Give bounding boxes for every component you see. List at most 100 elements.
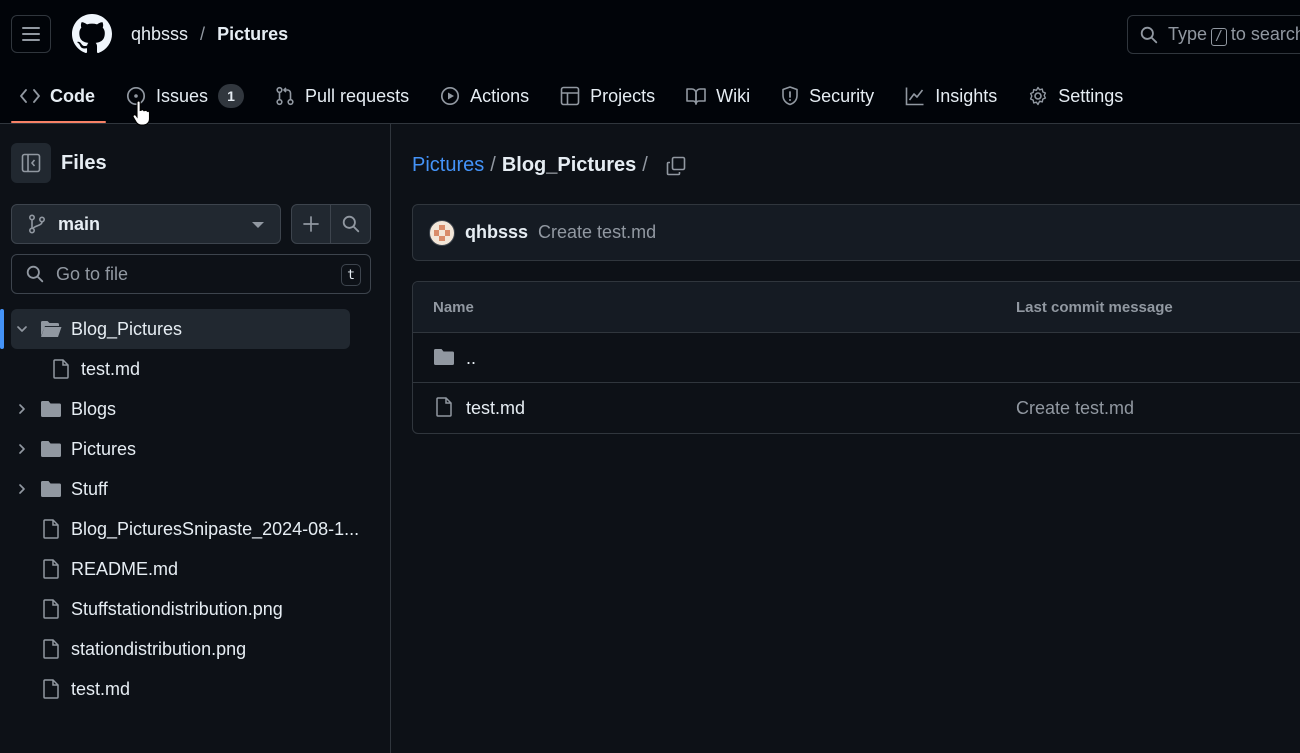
tree-actions [291, 204, 371, 244]
chevron-down-icon [252, 222, 264, 228]
tab-code[interactable]: Code [0, 70, 106, 123]
tab-label: Projects [590, 85, 656, 106]
tab-settings[interactable]: Settings [1008, 70, 1134, 122]
latest-commit-bar: qhbsss Create test.md [412, 204, 1300, 261]
file-icon [43, 559, 59, 579]
tab-label: Security [809, 85, 875, 106]
chevron-right-icon[interactable] [15, 402, 29, 416]
table-icon [560, 86, 580, 106]
tab-issues[interactable]: Issues 1 [106, 70, 255, 122]
tab-label: Pull requests [305, 85, 410, 106]
repo-breadcrumb: qhbsss / Pictures [131, 24, 288, 45]
file-tree-sidebar: Files main Go to file t Blog_Pictures te… [0, 124, 391, 753]
file-path-breadcrumb: Pictures / Blog_Pictures / [412, 154, 686, 177]
tree-item-blog-pictures[interactable]: Blog_Pictures [0, 309, 391, 349]
tree-item-label: Pictures [71, 439, 137, 459]
tab-projects[interactable]: Projects [540, 70, 666, 122]
table-header: Name Last commit message [413, 282, 1300, 333]
git-pull-request-icon [276, 86, 294, 106]
file-tree: Blog_Pictures test.md Blogs Pictures Stu… [0, 309, 391, 709]
global-header: qhbsss / Pictures Type / to search Code Is… [0, 0, 1300, 124]
tree-item-label: Blogs [71, 399, 117, 419]
tree-item-label: stationdistribution.png [71, 639, 247, 659]
tree-item-readme[interactable]: README.md [0, 549, 391, 589]
chevron-down-icon[interactable] [15, 322, 29, 336]
git-branch-icon [28, 214, 46, 234]
row-name[interactable]: .. [466, 348, 476, 369]
row-name[interactable]: test.md [466, 398, 525, 419]
column-header-commit-message: Last commit message [1016, 299, 1173, 316]
breadcrumb-separator: / [200, 24, 206, 44]
files-header: Files [11, 143, 107, 183]
shield-icon [782, 86, 798, 106]
branch-name: main [58, 213, 101, 234]
tree-item-snipaste-file[interactable]: Blog_PicturesSnipaste_2024-08-1... [0, 509, 391, 549]
tree-item-label: README.md [71, 559, 179, 579]
search-icon [26, 265, 44, 283]
repo-owner-link[interactable]: qhbsss [131, 24, 188, 45]
play-icon [441, 86, 460, 106]
row-commit-message[interactable]: Create test.md [1016, 398, 1134, 419]
path-separator: / [490, 154, 496, 176]
directory-listing-table: Name Last commit message .. test.md Crea… [412, 281, 1300, 434]
table-row-parent-dir[interactable]: .. [413, 333, 1300, 383]
avatar[interactable] [429, 219, 455, 246]
column-header-name: Name [433, 299, 474, 316]
menu-button[interactable] [11, 15, 51, 53]
tab-pull-requests[interactable]: Pull requests [255, 70, 420, 122]
commit-message-link[interactable]: Create test.md [538, 222, 656, 243]
collapse-sidebar-button[interactable] [11, 143, 51, 183]
hamburger-icon [22, 27, 40, 41]
search-icon [342, 215, 359, 233]
go-to-file-placeholder: Go to file [56, 263, 129, 284]
tab-label: Actions [470, 85, 530, 106]
tree-item-stuff[interactable]: Stuff [0, 469, 391, 509]
graph-icon [905, 87, 924, 106]
code-icon [20, 89, 40, 103]
tree-item-pictures[interactable]: Pictures [0, 429, 391, 469]
global-search-input[interactable]: Type / to search [1127, 15, 1300, 54]
chevron-right-icon[interactable] [15, 482, 29, 496]
sidebar-collapse-icon [21, 153, 41, 173]
commit-author-link[interactable]: qhbsss [465, 222, 528, 243]
path-separator: / [642, 154, 648, 176]
file-icon [53, 359, 69, 379]
shortcut-key: t [341, 264, 361, 286]
chevron-right-icon[interactable] [15, 442, 29, 456]
tree-item-blogs[interactable]: Blogs [0, 389, 391, 429]
folder-open-icon [41, 321, 62, 337]
tab-insights[interactable]: Insights [885, 70, 1008, 122]
folder-icon [434, 349, 454, 365]
tree-item-stuffstationdistribution[interactable]: Stuffstationdistribution.png [0, 589, 391, 629]
issues-count-badge: 1 [218, 84, 245, 108]
add-file-button[interactable] [292, 205, 332, 243]
search-files-button[interactable] [331, 205, 370, 243]
search-icon [1140, 26, 1158, 43]
file-icon [43, 599, 59, 619]
folder-icon [41, 401, 61, 417]
tab-security[interactable]: Security [761, 70, 885, 122]
file-icon [43, 639, 59, 659]
table-row-test-md[interactable]: test.md Create test.md [413, 383, 1300, 433]
search-hint: Type / to search [1168, 23, 1300, 46]
gear-icon [1030, 86, 1047, 106]
repo-name-link[interactable]: Pictures [217, 24, 288, 45]
folder-icon [41, 441, 61, 457]
tree-item-test-md[interactable]: test.md [0, 669, 391, 709]
path-root-link[interactable]: Pictures [412, 154, 484, 177]
tab-wiki[interactable]: Wiki [666, 70, 761, 122]
tree-item-label: Stuffstationdistribution.png [71, 599, 283, 619]
path-current: Blog_Pictures [501, 154, 637, 176]
repo-nav-tabs: Code Issues 1 Pull requests Actions Proj… [0, 70, 1134, 124]
tab-actions[interactable]: Actions [420, 70, 540, 122]
tree-item-label: Blog_Pictures [71, 319, 183, 339]
selected-indicator [0, 309, 4, 349]
branch-selector[interactable]: main [11, 204, 281, 244]
tree-item-stationdistribution[interactable]: stationdistribution.png [0, 629, 391, 669]
tree-item-test-md-child[interactable]: test.md [0, 349, 391, 389]
book-icon [686, 88, 706, 105]
copy-path-icon[interactable] [666, 156, 686, 176]
tree-item-label: test.md [81, 359, 141, 379]
github-logo-icon[interactable] [72, 14, 112, 54]
go-to-file-input[interactable]: Go to file t [11, 254, 371, 294]
